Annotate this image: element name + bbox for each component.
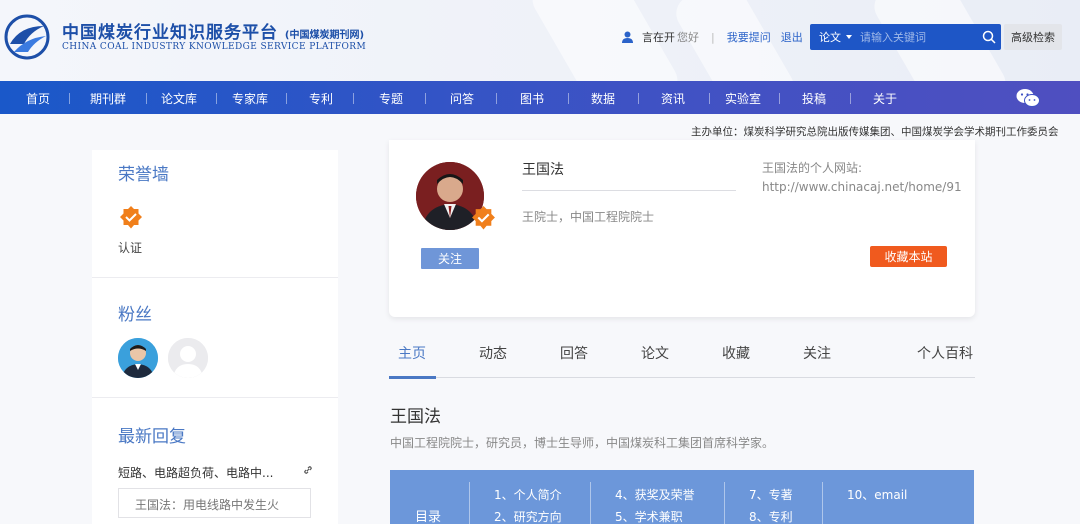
nav-item-journals[interactable]: 期刊群 (90, 90, 126, 107)
sponsor-text: 主办单位：煤炭科学研究总院出版传媒集团、中国煤炭学会学术期刊工作委员会 (691, 126, 1059, 138)
nav-item-news[interactable]: 资讯 (661, 90, 685, 107)
divider (522, 190, 736, 191)
caret-down-icon (846, 35, 852, 39)
nav-item-papers[interactable]: 论文库 (161, 90, 197, 107)
active-tab-indicator (389, 376, 436, 379)
nav-item-books[interactable]: 图书 (520, 90, 544, 107)
tab-following[interactable]: 关注 (803, 343, 831, 363)
tab-answers[interactable]: 回答 (560, 343, 588, 363)
toc-divider (590, 482, 591, 524)
nav-item-patents[interactable]: 专利 (309, 90, 333, 107)
follow-button[interactable]: 关注 (421, 248, 479, 269)
site-header: 中国煤炭行业知识服务平台 (中国煤炭期刊网) CHINA COAL INDUST… (0, 0, 1080, 81)
home-heading: 王国法 (390, 407, 441, 427)
toc-item[interactable]: 7、专著 (749, 486, 793, 503)
verified-badge-icon (472, 206, 495, 230)
tab-activity[interactable]: 动态 (479, 343, 507, 363)
nav-item-home[interactable]: 首页 (26, 90, 50, 107)
table-of-contents: 目录 1、个人简介 2、研究方向 4、获奖及荣誉 5、学术兼职 7、专著 8、专… (390, 470, 974, 524)
nav-item-qa[interactable]: 问答 (450, 90, 474, 107)
favorite-site-button[interactable]: 收藏本站 (870, 246, 947, 267)
ask-question-link[interactable]: 我要提问 (727, 29, 771, 45)
brand-title: 中国煤炭行业知识服务平台 (中国煤炭期刊网) (62, 18, 364, 43)
home-intro: 中国工程院院士，研究员，博士生导师，中国煤炭科工集团首席科学家。 (390, 436, 775, 450)
search-type-select[interactable]: 论文 (810, 29, 860, 45)
user-bar: 言在开 您好 | 我要提问 退出 (622, 29, 803, 45)
toc-item[interactable]: 10、email (847, 486, 907, 503)
username[interactable]: 言在开 (642, 29, 675, 45)
reply-preview[interactable]: 王国法：用电线路中发生火 (118, 488, 311, 518)
tab-home[interactable]: 主页 (398, 343, 426, 363)
search-type-label: 论文 (819, 31, 841, 44)
link-icon[interactable] (303, 465, 313, 475)
nav-divider (638, 93, 639, 104)
fan-avatar[interactable] (168, 338, 208, 378)
personal-site-link[interactable]: http://www.chinacaj.net/home/91 (762, 180, 962, 194)
search-icon[interactable] (982, 30, 996, 44)
nav-divider (496, 93, 497, 104)
reply-item-title: 短路、电路超负荷、电路中... (118, 466, 274, 480)
fans-title: 粉丝 (118, 305, 152, 325)
logout-link[interactable]: 退出 (781, 29, 803, 45)
tab-papers[interactable]: 论文 (641, 343, 669, 363)
verified-badge-icon (120, 206, 142, 229)
wechat-icon[interactable] (1016, 88, 1040, 108)
nav-item-labs[interactable]: 实验室 (725, 90, 761, 107)
personal-site-label: 王国法的个人网站: (762, 161, 863, 175)
tab-wiki[interactable]: 个人百科 (917, 343, 973, 363)
nav-divider (286, 93, 287, 104)
user-icon (622, 31, 633, 43)
fans-section: 粉丝 (92, 278, 338, 398)
toc-item[interactable]: 8、专利 (749, 508, 793, 524)
nav-item-topics[interactable]: 专题 (379, 90, 403, 107)
search-bar: 论文 (810, 24, 1001, 50)
nav-divider (425, 93, 426, 104)
replies-title: 最新回复 (118, 427, 186, 447)
profile-sidebar: 荣誉墙 认证 粉丝 最新回复 短路、电路超负荷、电路中... 王国法：用电线路中… (92, 150, 338, 524)
nav-divider (568, 93, 569, 104)
search-input[interactable] (860, 30, 978, 44)
reply-item[interactable]: 短路、电路超负荷、电路中... (118, 464, 313, 481)
nav-divider (353, 93, 354, 104)
nav-divider (69, 93, 70, 104)
expert-name: 王国法 (522, 162, 564, 178)
main-nav: 首页 期刊群 论文库 专家库 专利 专题 问答 图书 数据 资讯 实验室 投稿 … (0, 81, 1080, 114)
toc-divider (822, 482, 823, 524)
divider: | (711, 30, 715, 44)
nav-item-data[interactable]: 数据 (591, 90, 615, 107)
toc-item[interactable]: 5、学术兼职 (615, 508, 683, 524)
platform-logo-icon[interactable] (4, 14, 50, 60)
toc-divider (724, 482, 725, 524)
nav-divider (146, 93, 147, 104)
advanced-search-button[interactable]: 高级检索 (1004, 24, 1062, 50)
brand-subtitle: (中国煤炭期刊网) (284, 30, 365, 41)
toc-divider (469, 482, 470, 524)
nav-item-about[interactable]: 关于 (873, 90, 897, 107)
tab-favorites[interactable]: 收藏 (722, 343, 750, 363)
toc-item[interactable]: 1、个人简介 (494, 486, 562, 503)
nav-divider (850, 93, 851, 104)
expert-title: 王院士，中国工程院院士 (522, 210, 655, 224)
greeting: 您好 (677, 31, 699, 44)
brand-title-en: CHINA COAL INDUSTRY KNOWLEDGE SERVICE PL… (62, 42, 367, 52)
fan-avatar[interactable] (118, 338, 158, 378)
nav-divider (709, 93, 710, 104)
nav-divider (216, 93, 217, 104)
nav-item-experts[interactable]: 专家库 (232, 90, 268, 107)
toc-item[interactable]: 4、获奖及荣誉 (615, 486, 695, 503)
person-avatar-icon (118, 338, 158, 378)
nav-item-submit[interactable]: 投稿 (802, 90, 826, 107)
honor-section: 荣誉墙 认证 (92, 150, 338, 278)
nav-divider (779, 93, 780, 104)
certification-label: 认证 (118, 241, 143, 255)
honor-title: 荣誉墙 (118, 165, 169, 185)
default-avatar-icon (168, 338, 208, 378)
toc-label: 目录 (415, 510, 442, 524)
toc-item[interactable]: 2、研究方向 (494, 508, 562, 524)
brand-title-cn: 中国煤炭行业知识服务平台 (62, 23, 278, 43)
profile-tabs: 主页 动态 回答 论文 收藏 关注 个人百科 (389, 330, 975, 378)
